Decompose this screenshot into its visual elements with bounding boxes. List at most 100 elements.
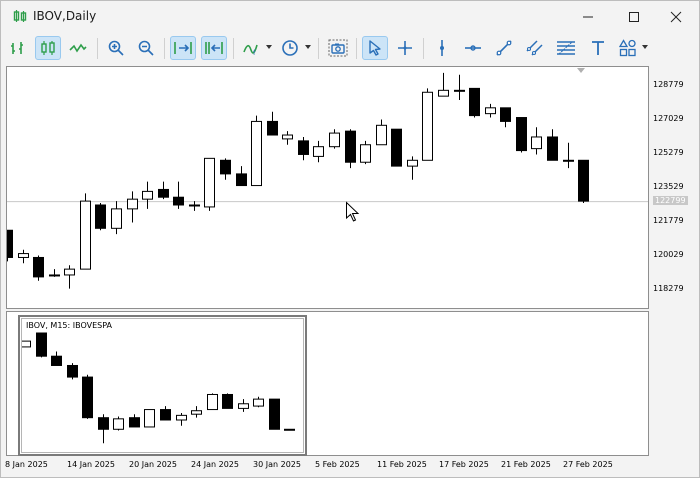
candlestick-chart-button[interactable]: [35, 36, 61, 60]
chart-shift-button[interactable]: [170, 36, 196, 60]
bear-candle-body: [469, 87, 480, 117]
candle: [391, 128, 402, 167]
periods-clock-icon: [282, 40, 298, 56]
candle: [142, 181, 153, 209]
candle: [531, 127, 542, 155]
terminal-window: IBOV,Daily f 128779 127029 125279 123529…: [0, 0, 700, 478]
candle: [238, 399, 249, 412]
bull-candle-body: [563, 159, 574, 162]
text-tool-button[interactable]: [585, 36, 611, 60]
candle: [67, 363, 78, 380]
bull-candle-body: [176, 414, 187, 421]
fibonacci-retracement-icon: [557, 41, 575, 55]
bear-candle-body: [129, 417, 140, 428]
bull-candle-body: [207, 393, 218, 411]
vertical-line-icon: [440, 40, 444, 56]
candle: [516, 117, 527, 153]
bull-candle-body: [204, 157, 215, 208]
main-candlestick-chart[interactable]: [7, 67, 648, 308]
main-chart-pane[interactable]: [6, 66, 649, 309]
candle: [82, 374, 93, 419]
candle: [189, 201, 200, 211]
bull-candle-body: [80, 200, 91, 270]
candle: [22, 340, 31, 348]
chart-object-inner: IBOV, M15: IBOVESPA: [21, 318, 304, 453]
crosshair-button[interactable]: [392, 36, 418, 60]
candle: [176, 413, 187, 426]
candle: [407, 156, 418, 180]
bear-candle-body: [67, 364, 78, 378]
toolbar-separator: [164, 38, 165, 59]
fibonacci-retracement-button[interactable]: [553, 36, 579, 60]
bull-candle-body: [111, 208, 122, 229]
bull-candle-body: [64, 268, 75, 276]
candle: [158, 181, 169, 200]
bear-candle-body: [269, 398, 280, 430]
zoom-in-button[interactable]: [103, 36, 129, 60]
bear-candle-body: [236, 173, 247, 187]
bear-candle-body: [7, 229, 13, 258]
subwindow-pane[interactable]: IBOV, M15: IBOVESPA: [6, 311, 649, 456]
time-axis-label: 21 Feb 2025: [501, 460, 551, 469]
bear-candle-body: [36, 332, 47, 357]
candle: [376, 119, 387, 146]
screenshot-button[interactable]: [325, 36, 351, 60]
trendline-icon: [496, 40, 512, 56]
candle: [220, 158, 231, 180]
candle: [204, 157, 215, 211]
bull-candle-body: [18, 253, 29, 258]
candle: [18, 249, 29, 264]
bull-candle-body: [282, 134, 293, 140]
candle: [51, 351, 62, 366]
candle: [329, 129, 340, 149]
horizontal-line-button[interactable]: [460, 36, 486, 60]
cursor-button[interactable]: [362, 36, 388, 60]
toolbar-separator: [97, 38, 98, 59]
candle: [144, 409, 155, 428]
candlestick-chart-icon: [41, 41, 55, 55]
shapes-dropdown-caret[interactable]: [642, 45, 648, 49]
maximize-button[interactable]: [611, 1, 657, 32]
indicators-dropdown-caret[interactable]: [266, 45, 272, 49]
chart-object-frame[interactable]: IBOV, M15: IBOVESPA: [18, 315, 307, 456]
bear-candle-body: [345, 130, 356, 163]
bear-candle-body: [98, 417, 109, 430]
toolbar-separator: [356, 38, 357, 59]
shift-marker-icon: [577, 68, 585, 73]
crosshair-icon: [398, 41, 412, 55]
bear-candle-body: [391, 128, 402, 167]
line-chart-button[interactable]: [65, 36, 91, 60]
horizontal-line-icon: [465, 45, 481, 51]
shapes-button[interactable]: [615, 36, 641, 60]
candle: [173, 181, 184, 209]
autoscroll-button[interactable]: [201, 36, 227, 60]
candle: [298, 136, 309, 161]
candle: [236, 166, 247, 187]
bear-candle-body: [158, 188, 169, 198]
close-button[interactable]: [653, 1, 699, 32]
time-axis-label: 8 Jan 2025: [5, 460, 48, 469]
bull-candle-body: [238, 403, 249, 409]
candle: [7, 229, 13, 262]
price-axis-label: 121779: [653, 215, 684, 225]
zoom-out-button[interactable]: [133, 36, 159, 60]
periods-dropdown-caret[interactable]: [305, 45, 311, 49]
candle: [282, 131, 293, 145]
candle: [113, 416, 124, 431]
candle: [578, 159, 589, 204]
indicators-button[interactable]: f: [239, 36, 265, 60]
minimize-button[interactable]: [565, 1, 611, 32]
bull-candle-body: [253, 398, 264, 407]
bar-chart-button[interactable]: [5, 36, 31, 60]
bull-candle-body: [485, 107, 496, 115]
candle: [191, 406, 202, 418]
candle: [547, 129, 558, 161]
bear-candle-body: [95, 204, 106, 229]
bull-candle-body: [531, 136, 542, 150]
bear-candle-body: [160, 409, 171, 421]
trendline-button[interactable]: [491, 36, 517, 60]
time-axis-label: 27 Feb 2025: [563, 460, 613, 469]
vertical-line-button[interactable]: [429, 36, 455, 60]
equidistant-channel-button[interactable]: [522, 36, 548, 60]
periods-button[interactable]: [277, 36, 303, 60]
